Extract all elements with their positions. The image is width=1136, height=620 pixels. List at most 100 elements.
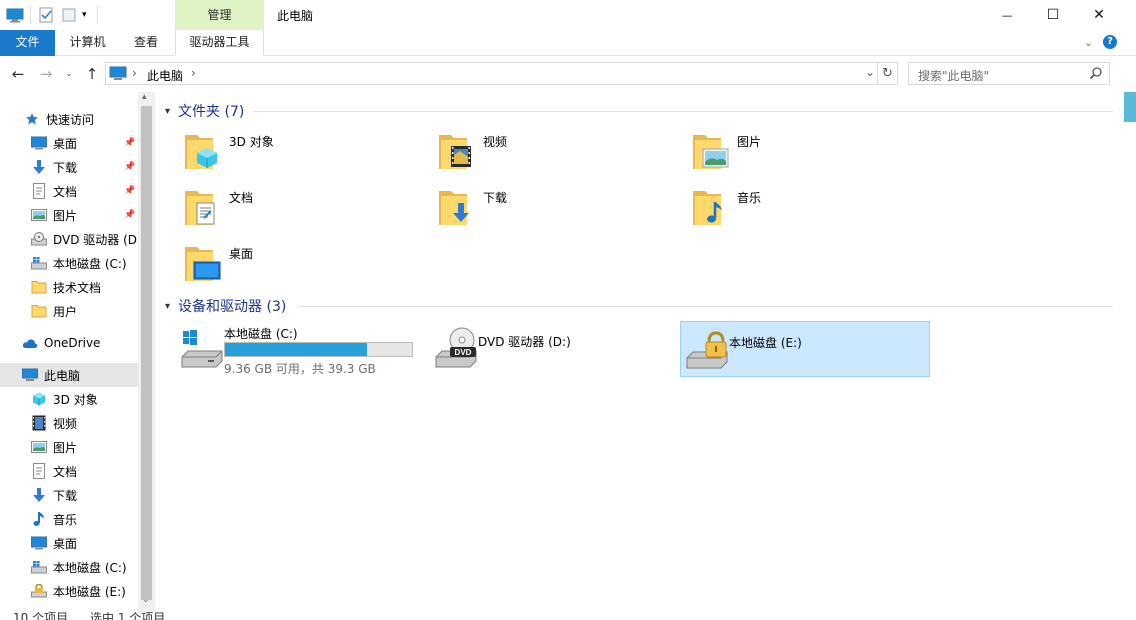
sidebar-item-quick[interactable]: 图片 📌 <box>0 203 138 227</box>
close-button[interactable]: ✕ <box>1076 0 1122 30</box>
folder-item[interactable]: 文档 <box>183 185 433 237</box>
tab-drive-tools[interactable]: 驱动器工具 <box>175 30 264 56</box>
sidebar-item-this-pc-child[interactable]: 本地磁盘 (C:) <box>0 555 138 579</box>
download-icon <box>437 185 477 229</box>
minimize-button[interactable]: — <box>984 0 1030 30</box>
up-arrow-icon: ↑ <box>85 65 99 83</box>
sidebar-item-this-pc-child[interactable]: 音乐 <box>0 507 138 531</box>
maximize-button[interactable]: ☐ <box>1030 0 1076 30</box>
drive-item[interactable]: DVD DVD 驱动器 (D:) <box>430 321 680 377</box>
back-arrow-icon: ← <box>11 65 25 83</box>
music-icon <box>31 511 47 527</box>
video-icon <box>31 415 47 431</box>
sidebar-item-this-pc-child[interactable]: 视频 <box>0 411 138 435</box>
nav-pane-scroll-thumb[interactable] <box>141 106 152 600</box>
status-item-count: 10 个项目 <box>13 612 69 620</box>
pin-icon[interactable]: 📌 <box>124 162 135 172</box>
pin-icon[interactable]: 📌 <box>124 186 135 196</box>
search-icon[interactable] <box>1089 66 1103 83</box>
folders-group-header[interactable]: ▾ 文件夹 (7) <box>165 101 244 121</box>
pin-icon[interactable]: 📌 <box>124 210 135 220</box>
window-title: 此电脑 <box>277 9 314 23</box>
sidebar-item-label: 图片 <box>53 440 78 455</box>
breadcrumb-separator[interactable]: › <box>191 66 196 80</box>
sidebar-item-label: OneDrive <box>44 336 101 350</box>
this-pc-icon <box>22 367 38 383</box>
locked-drive-icon <box>31 583 47 599</box>
close-icon: ✕ <box>1093 7 1105 23</box>
picture-icon <box>31 439 47 455</box>
tab-view[interactable]: 查看 <box>120 30 172 56</box>
sidebar-item-this-pc-child[interactable]: 图片 <box>0 435 138 459</box>
drive-label: 本地磁盘 (E:) <box>729 336 802 350</box>
drive-item[interactable]: 本地磁盘 (C:) 9.36 GB 可用，共 39.3 GB <box>176 321 426 377</box>
refresh-button[interactable]: ↻ <box>878 62 898 85</box>
picture-icon <box>691 129 731 173</box>
sidebar-item-label: 音乐 <box>53 512 78 527</box>
back-button[interactable]: ← <box>8 63 28 85</box>
folder-item[interactable]: 音乐 <box>691 185 941 237</box>
content-scrollbar[interactable] <box>1119 92 1136 612</box>
drive-usage-bar <box>224 342 413 357</box>
sidebar-item-quick[interactable]: 本地磁盘 (C:) <box>0 251 138 275</box>
group-title: 设备和驱动器 (3) <box>178 299 287 315</box>
sidebar-item-this-pc-child[interactable]: 桌面 <box>0 531 138 555</box>
ribbon-tabs: 文件 计算机 查看 驱动器工具 ⌄ ? <box>0 30 1136 56</box>
sidebar-quick-access[interactable]: 快速访问 <box>0 107 138 131</box>
chevron-down-icon: ▾ <box>165 300 171 312</box>
sidebar-item-label: DVD 驱动器 (D: <box>53 232 138 247</box>
pin-icon[interactable]: 📌 <box>124 138 135 148</box>
sidebar-item-quick[interactable]: 文档 📌 <box>0 179 138 203</box>
address-dropdown-icon[interactable]: ⌄ <box>865 65 875 79</box>
search-box[interactable]: 搜索"此电脑" <box>908 62 1110 85</box>
devices-group-header[interactable]: ▾ 设备和驱动器 (3) <box>165 296 286 316</box>
sidebar-item-quick[interactable]: 桌面 📌 <box>0 131 138 155</box>
forward-arrow-icon: → <box>39 65 53 83</box>
desktop-icon <box>183 241 223 285</box>
tab-file[interactable]: 文件 <box>0 30 55 56</box>
sidebar-item-label: 用户 <box>53 304 78 319</box>
folder-item[interactable]: 下载 <box>437 185 687 237</box>
sidebar-onedrive[interactable]: OneDrive <box>0 331 138 355</box>
3d-objects-icon <box>31 391 47 407</box>
folder-item[interactable]: 图片 <box>691 129 941 181</box>
sidebar-item-this-pc-child[interactable]: 文档 <box>0 459 138 483</box>
sidebar-item-label: 下载 <box>53 488 78 503</box>
tab-computer[interactable]: 计算机 <box>60 30 115 56</box>
sidebar-item-this-pc-child[interactable]: 3D 对象 <box>0 387 138 411</box>
address-bar[interactable]: › 此电脑 › ⌄ <box>105 62 878 85</box>
sidebar-this-pc[interactable]: 此电脑 <box>0 363 138 387</box>
scroll-up-icon[interactable]: ▴ <box>142 92 147 102</box>
new-folder-icon[interactable] <box>62 7 78 23</box>
sidebar-item-quick[interactable]: 下载 📌 <box>0 155 138 179</box>
folder-item[interactable]: 桌面 <box>183 241 433 293</box>
sidebar-item-label: 此电脑 <box>44 368 81 383</box>
breadcrumb-this-pc[interactable]: 此电脑 <box>147 67 183 84</box>
drive-free-space: 9.36 GB 可用，共 39.3 GB <box>224 362 376 376</box>
manage-context-group[interactable]: 管理 <box>175 0 264 31</box>
customize-toolbar-icon[interactable]: ▾ <box>82 7 98 23</box>
forward-button[interactable]: → <box>36 63 56 85</box>
document-icon <box>31 463 47 479</box>
folder-item[interactable]: 3D 对象 <box>183 129 433 181</box>
this-pc-icon[interactable] <box>6 7 24 23</box>
sidebar-item-this-pc-child[interactable]: 下载 <box>0 483 138 507</box>
recent-locations-button[interactable]: ⌄ <box>62 63 76 85</box>
ribbon-expand-icon[interactable]: ⌄ <box>1084 36 1093 49</box>
locked-drive-icon <box>683 328 729 375</box>
help-icon[interactable]: ? <box>1103 35 1117 49</box>
drive-item[interactable]: 本地磁盘 (E:) <box>680 321 930 377</box>
sidebar-item-quick[interactable]: 技术文档 <box>0 275 138 299</box>
breadcrumb-separator[interactable]: › <box>132 66 137 80</box>
sidebar-item-quick[interactable]: 用户 <box>0 299 138 323</box>
sidebar-item-label: 本地磁盘 (C:) <box>53 256 127 271</box>
drive-label: 本地磁盘 (C:) <box>224 327 298 341</box>
scroll-down-icon[interactable]: ⌄ <box>142 595 150 605</box>
up-button[interactable]: ↑ <box>82 63 102 85</box>
sidebar-item-quick[interactable]: DVD 驱动器 (D: <box>0 227 138 251</box>
folder-label: 下载 <box>483 191 508 205</box>
properties-icon[interactable] <box>38 7 54 23</box>
sidebar-item-this-pc-child[interactable]: 本地磁盘 (E:) <box>0 579 138 603</box>
folder-item[interactable]: 视频 <box>437 129 687 181</box>
folder-label: 桌面 <box>229 247 254 261</box>
